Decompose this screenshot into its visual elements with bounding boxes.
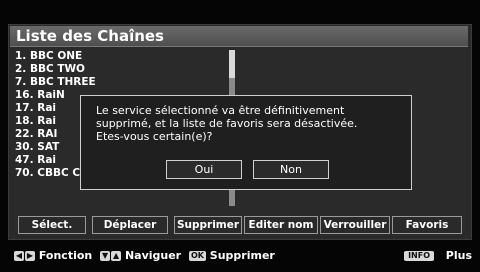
- up-arrow-key-icon: ▲: [111, 251, 122, 261]
- function-button-bar: Sélect. Déplacer Supprimer Editer nom Ve…: [18, 216, 462, 234]
- function-legend-label: Fonction: [38, 249, 93, 262]
- dialog-message-line: supprimé, et la liste de favoris sera dé…: [96, 117, 358, 130]
- yes-button[interactable]: Oui: [166, 160, 242, 179]
- delete-button[interactable]: Supprimer: [174, 216, 242, 234]
- no-button[interactable]: Non: [253, 160, 329, 179]
- select-button[interactable]: Sélect.: [18, 216, 86, 234]
- left-arrow-key-icon: ◀: [14, 251, 24, 261]
- delete-legend-label: Supprimer: [209, 249, 275, 262]
- edit-name-button[interactable]: Editer nom: [244, 216, 318, 234]
- favorites-button[interactable]: Favoris: [392, 216, 462, 234]
- key-legend: ◀ ▶ Fonction ▼ ▲ Naviguer OK Supprimer INF…: [14, 248, 472, 264]
- down-arrow-key-icon: ▼: [100, 251, 111, 261]
- channel-item[interactable]: 7. BBC THREE: [15, 76, 225, 89]
- more-legend-label: Plus: [445, 249, 472, 262]
- info-key-icon: INFO: [404, 251, 434, 261]
- confirm-delete-dialog: Le service sélectionné va être définitiv…: [80, 95, 412, 190]
- lock-button[interactable]: Verrouiller: [320, 216, 390, 234]
- move-button[interactable]: Déplacer: [92, 216, 168, 234]
- dialog-message-line: Le service sélectionné va être définitiv…: [96, 104, 345, 117]
- title-bar: Liste des Chaînes: [10, 26, 468, 47]
- dialog-message: Le service sélectionné va être définitiv…: [96, 104, 401, 143]
- right-arrow-key-icon: ▶: [25, 251, 35, 261]
- channel-item[interactable]: 2. BBC TWO: [15, 63, 225, 76]
- page-title: Liste des Chaînes: [16, 27, 164, 45]
- dialog-message-line: Etes-vous certain(e)?: [96, 130, 213, 143]
- scrollbar-thumb[interactable]: [229, 50, 235, 78]
- navigate-legend-label: Naviguer: [124, 249, 182, 262]
- channel-item[interactable]: 1. BBC ONE: [15, 50, 225, 63]
- ok-key-icon: OK: [188, 251, 206, 261]
